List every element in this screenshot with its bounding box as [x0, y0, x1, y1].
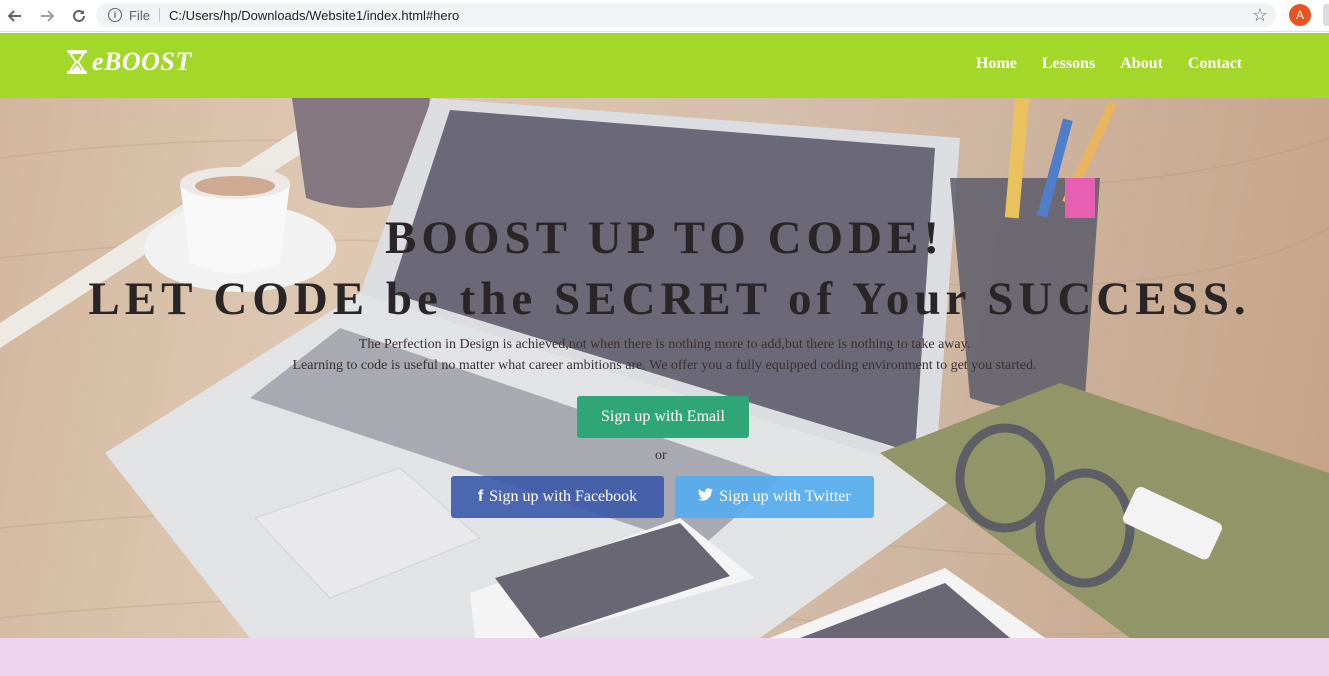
signup-email-button[interactable]: Sign up with Email	[577, 396, 749, 438]
hero-section: BOOST UP TO CODE! LET CODE be the SECRET…	[0, 98, 1329, 638]
logo-text: eBOOST	[92, 47, 192, 76]
signup-facebook-button[interactable]: f Sign up with Facebook	[451, 476, 664, 518]
reload-icon[interactable]	[68, 5, 90, 27]
hero-tagline-2: Learning to code is useful no matter wha…	[292, 358, 1037, 373]
site-header: eBOOST Home Lessons About Contact	[0, 33, 1329, 98]
signup-twitter-label: Sign up with Twitter	[719, 488, 851, 505]
nav-home[interactable]: Home	[976, 55, 1017, 73]
hero-title-line2: LET CODE be the SECRET of Your SUCCESS.	[88, 273, 1251, 325]
address-separator	[158, 8, 160, 22]
main-nav: Home Lessons About Contact	[976, 55, 1242, 73]
back-arrow-icon[interactable]	[4, 5, 26, 27]
hero-tagline-1: The Perfection in Design is achieved,not…	[358, 337, 971, 352]
nav-contact[interactable]: Contact	[1188, 55, 1242, 73]
info-icon[interactable]: i	[108, 8, 122, 22]
hourglass-icon	[66, 49, 88, 75]
nav-lessons[interactable]: Lessons	[1042, 55, 1095, 73]
star-icon[interactable]: ☆	[1252, 5, 1268, 26]
facebook-icon: f	[477, 488, 484, 505]
file-scheme-label: File	[129, 7, 150, 23]
logo[interactable]: eBOOST	[66, 47, 192, 77]
profile-avatar[interactable]: A	[1289, 4, 1311, 26]
next-section	[0, 638, 1329, 676]
address-bar[interactable]: i File C:/Users/hp/Downloads/Website1/in…	[96, 3, 1276, 27]
or-separator: or	[655, 448, 667, 463]
twitter-icon	[698, 488, 714, 506]
signup-twitter-button[interactable]: Sign up with Twitter	[675, 476, 874, 518]
signup-facebook-label: Sign up with Facebook	[489, 488, 638, 505]
nav-about[interactable]: About	[1120, 55, 1163, 73]
extension-edge	[1323, 4, 1329, 26]
url-text[interactable]: C:/Users/hp/Downloads/Website1/index.htm…	[169, 8, 459, 23]
browser-toolbar: i File C:/Users/hp/Downloads/Website1/in…	[0, 0, 1329, 32]
hero-title-line1: BOOST UP TO CODE!	[384, 212, 945, 264]
forward-arrow-icon[interactable]	[36, 5, 58, 27]
